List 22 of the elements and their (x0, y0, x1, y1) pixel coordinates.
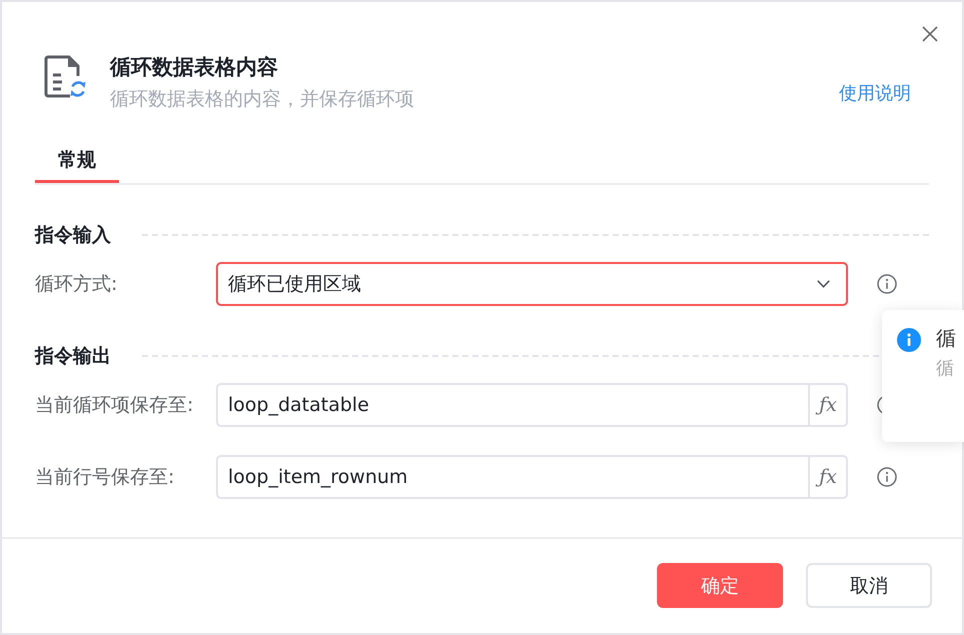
info-icon[interactable] (877, 467, 897, 487)
info-icon (897, 328, 921, 352)
tab[interactable]: 常规 (35, 148, 119, 183)
field-label: 循环方式: (35, 272, 118, 296)
dialog-button[interactable]: 取消 (806, 563, 932, 608)
dialog-title: 循环数据表格内容 (110, 54, 279, 80)
field-label: 当前循环项保存至: (35, 393, 194, 417)
tooltip-text: 循 (936, 357, 955, 381)
chevron-down-icon (817, 280, 830, 288)
section-title: 指令输出 (35, 344, 111, 368)
dialog-subtitle: 循环数据表格的内容，并保存循环项 (110, 87, 414, 111)
variable-input[interactable]: loop_item_rownum ƒx (216, 455, 848, 499)
close-icon[interactable] (922, 26, 938, 42)
section-title: 指令输入 (35, 223, 111, 247)
formula-button[interactable]: ƒx (808, 385, 846, 425)
info-icon[interactable] (877, 274, 897, 294)
tooltip-title: 循 (936, 326, 956, 350)
field-label: 当前行号保存至: (35, 465, 176, 489)
dropdown-select[interactable]: 循环已使用区域 (216, 262, 848, 306)
document-refresh-icon (43, 55, 87, 99)
variable-input[interactable]: loop_datatable ƒx (216, 383, 848, 427)
formula-button[interactable]: ƒx (808, 457, 846, 497)
